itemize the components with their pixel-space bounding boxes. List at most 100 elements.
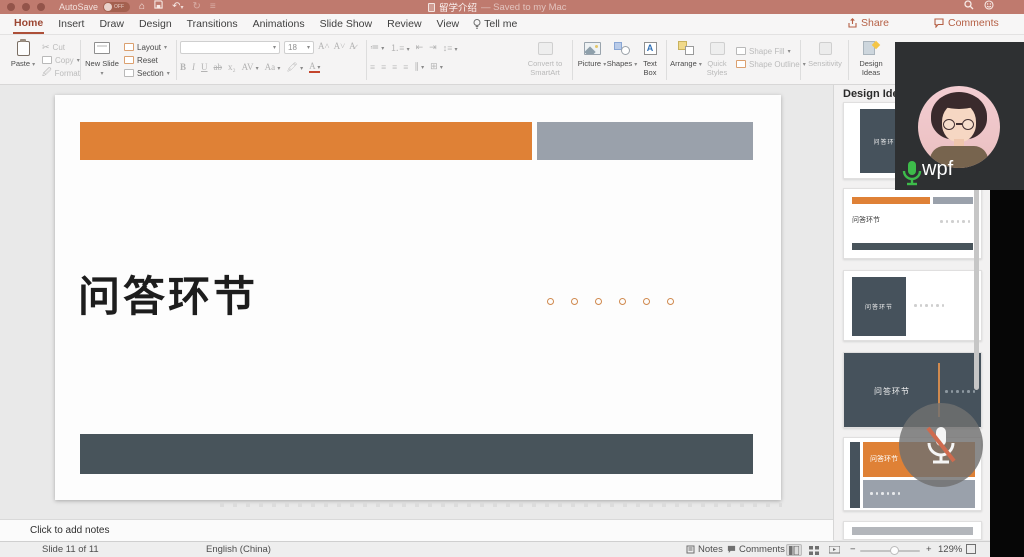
clear-formatting-icon[interactable]: A̷ [349, 41, 356, 54]
home-icon[interactable]: ⌂ [139, 0, 145, 14]
share-icon [848, 18, 857, 28]
slide-title-text[interactable]: 问答环节 [78, 263, 258, 324]
undo-icon[interactable]: ↶▾ [172, 0, 183, 15]
save-icon[interactable] [154, 0, 163, 14]
zoom-out-button[interactable]: − [850, 544, 856, 555]
shape-fill-button[interactable]: Shape Fill ▾ [736, 45, 806, 57]
slideshow-view-button[interactable] [826, 544, 842, 556]
align-center-icon[interactable]: ≡ [381, 62, 386, 72]
align-left-icon[interactable]: ≡ [370, 62, 375, 72]
format-painter-button[interactable]: 🖉Format [42, 67, 80, 79]
strikethrough-button[interactable]: ab [214, 62, 223, 72]
layout-button[interactable]: Layout ▾ [124, 41, 170, 53]
subscript-button[interactable]: x₂ [228, 62, 236, 72]
zoom-window-button[interactable] [37, 3, 45, 11]
tab-insert[interactable]: Insert [57, 15, 85, 33]
design-idea-thumbnail-3[interactable]: 问答环节 [843, 270, 982, 341]
slide-decorative-dots[interactable] [547, 298, 674, 305]
slide-canvas[interactable]: 问答环节 [55, 95, 781, 500]
tab-animations[interactable]: Animations [252, 15, 306, 33]
numbering-button[interactable]: ⒈≡ ▾ [390, 41, 409, 54]
notes-toggle-button[interactable]: Notes [686, 544, 723, 555]
share-button[interactable]: Share [848, 17, 889, 29]
document-save-status: — Saved to my Mac [481, 2, 567, 13]
italic-button[interactable]: I [192, 62, 195, 72]
reset-button[interactable]: Reset [124, 54, 170, 66]
bold-button[interactable]: B [180, 62, 186, 72]
paste-button[interactable]: Paste ▾ [6, 39, 40, 69]
slide-dot [571, 298, 578, 305]
close-window-button[interactable] [7, 3, 15, 11]
shape-outline-button[interactable]: Shape Outline ▾ [736, 58, 806, 70]
mic-muted-button[interactable] [899, 403, 983, 487]
normal-view-button[interactable] [786, 544, 802, 556]
picture-button[interactable]: Picture ▾ [576, 39, 608, 69]
decrease-indent-icon[interactable]: ⇤ [416, 42, 424, 53]
quick-styles-button[interactable]: Quick Styles [702, 39, 732, 77]
quick-styles-icon [710, 42, 725, 55]
sensitivity-button[interactable]: Sensitivity [804, 39, 846, 68]
minimize-window-button[interactable] [22, 3, 30, 11]
columns-button[interactable]: ∥ ▾ [414, 61, 424, 72]
increase-font-icon[interactable]: A˄ [318, 41, 330, 54]
convert-to-smartart-button[interactable]: Convert to SmartArt [522, 39, 568, 77]
text-box-button[interactable]: A Text Box [636, 39, 664, 77]
slide-shape-slate-bar[interactable] [80, 434, 753, 474]
underline-button[interactable]: U [201, 62, 208, 72]
decrease-font-icon[interactable]: A˅ [334, 41, 346, 54]
highlight-color-button[interactable]: 🖍 ▾ [286, 62, 303, 73]
feedback-smiley-icon[interactable] [984, 0, 994, 15]
fit-slide-to-window-button[interactable] [966, 544, 976, 554]
search-icon[interactable] [964, 0, 974, 15]
line-spacing-button[interactable]: ↕≡ ▾ [443, 43, 458, 53]
arrange-button[interactable]: Arrange ▾ [670, 39, 702, 69]
design-idea-thumbnail-2[interactable]: 问答环节 [843, 188, 982, 259]
new-slide-button[interactable]: New Slide ▾ [84, 39, 120, 78]
font-name-select[interactable]: ▾ [180, 41, 280, 54]
slide-sorter-icon [809, 546, 819, 555]
thumb2-title: 问答环节 [852, 215, 880, 225]
tab-transitions[interactable]: Transitions [186, 15, 239, 33]
slide-shape-orange-bar[interactable] [80, 122, 532, 160]
tab-slide-show[interactable]: Slide Show [319, 15, 374, 33]
shapes-button[interactable]: Shapes ▾ [606, 39, 638, 69]
change-case-button[interactable]: Aa ▾ [265, 62, 281, 72]
cut-button[interactable]: ✂Cut [42, 41, 80, 53]
tab-tell-me[interactable]: Tell me [473, 18, 517, 30]
increase-indent-icon[interactable]: ⇥ [429, 42, 437, 53]
comments-toggle-button[interactable]: Comments [727, 544, 785, 555]
tab-design[interactable]: Design [138, 15, 173, 33]
notes-placeholder: Click to add notes [30, 525, 110, 536]
font-color-button[interactable]: A ▾ [309, 61, 320, 73]
design-ideas-button[interactable]: Design Ideas [852, 39, 890, 77]
language-label[interactable]: English (China) [206, 544, 271, 555]
zoom-slider-thumb[interactable] [890, 546, 899, 555]
redo-icon[interactable]: ↻ [192, 0, 200, 14]
comments-button[interactable]: Comments [934, 17, 999, 29]
tab-home[interactable]: Home [13, 14, 44, 34]
paste-clipboard-icon [17, 41, 30, 56]
zoom-in-button[interactable]: + [926, 544, 932, 555]
design-idea-thumbnail-6[interactable] [843, 521, 982, 540]
toolbar-overflow-icon[interactable]: ≡ [210, 0, 216, 14]
notes-pane[interactable]: Click to add notes [0, 519, 833, 541]
font-size-select[interactable]: 18▾ [284, 41, 314, 54]
ribbon: Paste ▾ ✂Cut Copy ▾ 🖉Format New Slide ▾ … [0, 35, 1024, 85]
notes-resize-dotted-handle[interactable] [220, 503, 782, 507]
bullets-button[interactable]: ≔ ▾ [370, 42, 384, 53]
section-button[interactable]: Section ▾ [124, 67, 170, 79]
align-right-icon[interactable]: ≡ [392, 62, 397, 72]
zoom-level-label[interactable]: 129% [938, 544, 962, 555]
slide-sorter-view-button[interactable] [806, 544, 822, 556]
tab-review[interactable]: Review [386, 15, 422, 33]
panel-scrollbar[interactable] [974, 186, 979, 390]
justify-icon[interactable]: ≡ [403, 62, 408, 72]
tab-view[interactable]: View [436, 15, 461, 33]
zoom-slider[interactable] [860, 550, 920, 552]
slide-shape-gray-bar[interactable] [537, 122, 753, 160]
character-spacing-button[interactable]: AV ▾ [242, 62, 259, 72]
autosave-toggle[interactable]: OFF [103, 2, 130, 12]
webcam-video-overlay[interactable]: wpf [895, 42, 1024, 190]
tab-draw[interactable]: Draw [98, 15, 125, 33]
text-direction-button[interactable]: ⊞ ▾ [430, 61, 443, 72]
